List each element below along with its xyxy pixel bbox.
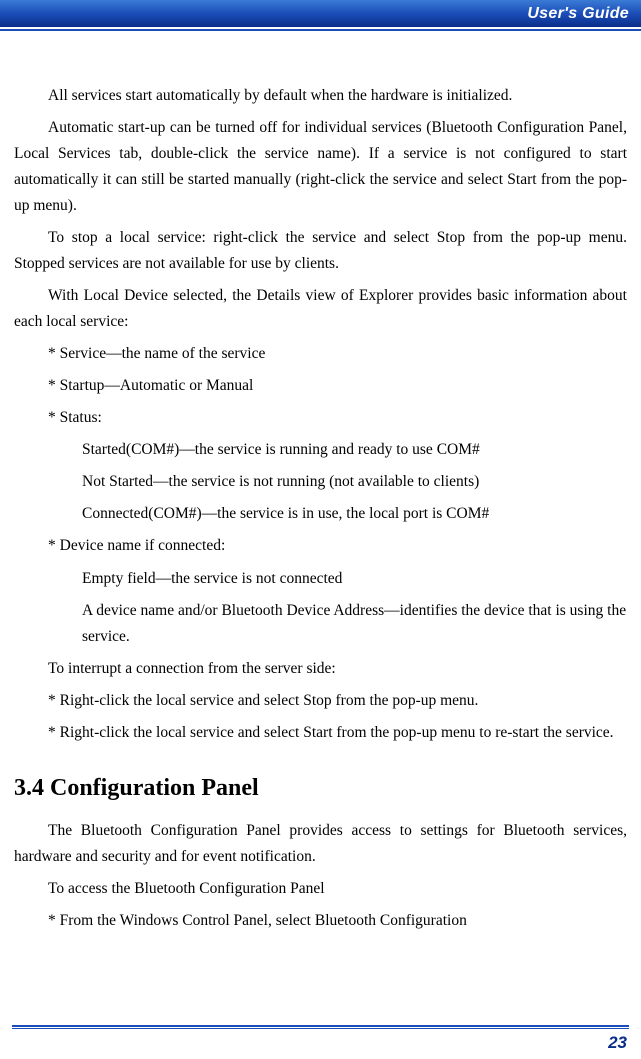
paragraph: To stop a local service: right-click the… (14, 225, 627, 277)
bullet-item: * Service—the name of the service (48, 341, 627, 367)
bullet-item: * Right-click the local service and sele… (68, 720, 627, 746)
header-title: User's Guide (527, 5, 629, 23)
paragraph: To access the Bluetooth Configuration Pa… (48, 876, 627, 902)
sub-bullet-item: A device name and/or Bluetooth Device Ad… (82, 598, 627, 650)
sub-bullet-item: Started(COM#)—the service is running and… (82, 437, 627, 463)
bullet-item: * Status: (48, 405, 627, 431)
paragraph: The Bluetooth Configuration Panel provid… (14, 818, 627, 870)
bullet-item: * Right-click the local service and sele… (48, 688, 627, 714)
page-header: User's Guide (0, 0, 641, 27)
paragraph: With Local Device selected, the Details … (14, 283, 627, 335)
sub-bullet-item: Not Started—the service is not running (… (82, 469, 627, 495)
section-heading: 3.4 Configuration Panel (14, 768, 627, 808)
sub-bullet-item: Connected(COM#)—the service is in use, t… (82, 501, 627, 527)
paragraph: All services start automatically by defa… (14, 83, 627, 109)
bullet-item: * From the Windows Control Panel, select… (48, 908, 627, 934)
paragraph: Automatic start-up can be turned off for… (14, 115, 627, 219)
bullet-item: * Startup—Automatic or Manual (48, 373, 627, 399)
bullet-item: * Device name if connected: (48, 533, 627, 559)
paragraph: To interrupt a connection from the serve… (48, 656, 627, 682)
sub-bullet-item: Empty field—the service is not connected (82, 566, 627, 592)
page-number: 23 (608, 1033, 627, 1053)
page-content: All services start automatically by defa… (0, 31, 641, 934)
footer-rule (12, 1025, 629, 1027)
